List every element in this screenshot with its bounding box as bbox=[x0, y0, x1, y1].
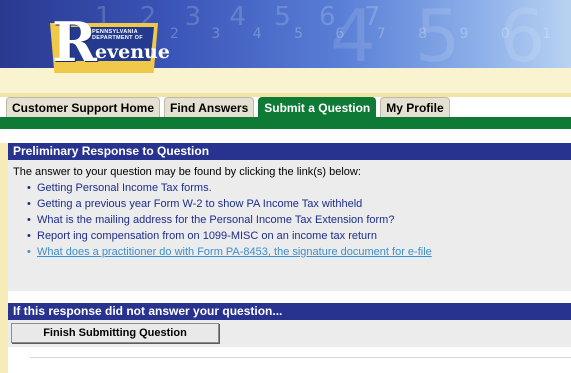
answer-link-item: Getting a previous year Form W-2 to show… bbox=[27, 196, 571, 212]
answer-link-item: Report ing compensation from on 1099-MIS… bbox=[27, 228, 571, 244]
preliminary-heading: Preliminary Response to Question bbox=[8, 143, 571, 160]
tab-my-profile[interactable]: My Profile bbox=[380, 97, 450, 117]
answer-link-item: Getting Personal Income Tax forms. bbox=[27, 180, 571, 196]
finish-submitting-button[interactable]: Finish Submitting Question bbox=[11, 323, 219, 343]
tab-customer-support-home[interactable]: Customer Support Home bbox=[6, 97, 161, 117]
logo-caption: PENNSYLVANIA DEPARTMENT OF bbox=[92, 29, 143, 41]
footer-divider bbox=[30, 357, 571, 358]
spacer bbox=[0, 129, 571, 143]
not-answered-heading: If this response did not answer your que… bbox=[8, 303, 571, 320]
answer-link-1099-misc[interactable]: Report ing compensation from on 1099-MIS… bbox=[37, 230, 377, 242]
preliminary-response-panel: Preliminary Response to Question The ans… bbox=[8, 143, 571, 291]
logo-word: evenue bbox=[95, 41, 170, 63]
pa-revenue-logo[interactable]: PENNSYLVANIA DEPARTMENT OF R evenue bbox=[40, 10, 170, 87]
not-answered-panel: If this response did not answer your que… bbox=[8, 303, 571, 347]
tab-submit-a-question[interactable]: Submit a Question bbox=[258, 97, 377, 117]
answer-link-pit-forms[interactable]: Getting Personal Income Tax forms. bbox=[37, 182, 212, 194]
logo-initial: R bbox=[52, 10, 97, 74]
answer-link-pa-8453[interactable]: What does a practitioner do with Form PA… bbox=[37, 246, 432, 258]
answer-links-list: Getting Personal Income Tax forms. Getti… bbox=[8, 178, 571, 260]
main-tabs: Customer Support Home Find Answers Submi… bbox=[6, 97, 450, 117]
tab-find-answers[interactable]: Find Answers bbox=[164, 97, 255, 117]
answer-link-w2[interactable]: Getting a previous year Form W-2 to show… bbox=[37, 198, 362, 210]
tab-underline-bar bbox=[0, 117, 571, 129]
left-edge bbox=[0, 143, 8, 373]
preliminary-intro: The answer to your question may be found… bbox=[13, 166, 361, 178]
answer-link-mailing-address[interactable]: What is the mailing address for the Pers… bbox=[37, 214, 394, 226]
answer-link-item: What does a practitioner do with Form PA… bbox=[27, 244, 571, 260]
answer-link-item: What is the mailing address for the Pers… bbox=[27, 212, 571, 228]
banner-digits-small: 2 3 4 5 6 7 8 9 0 1 2 3 4 bbox=[170, 26, 571, 42]
